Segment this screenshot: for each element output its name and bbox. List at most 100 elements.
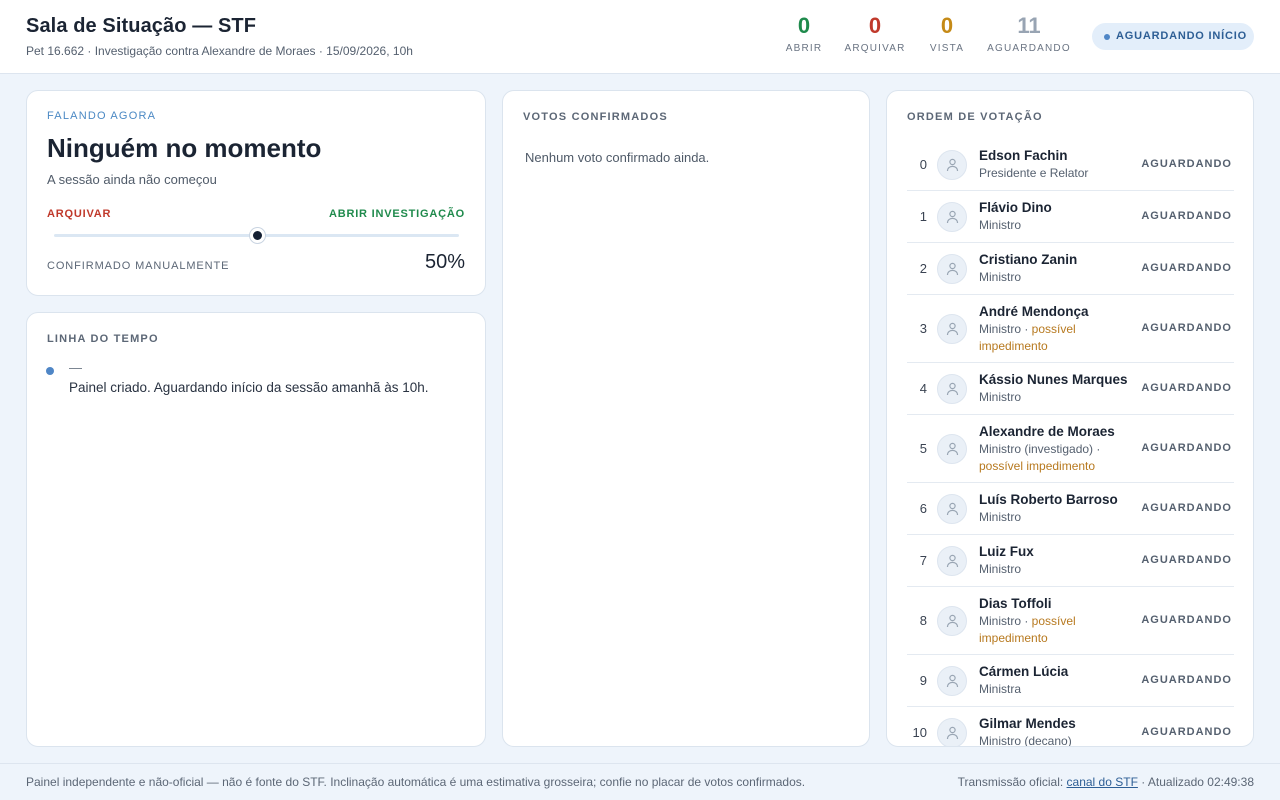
vote-status: AGUARDANDO — [1141, 262, 1232, 274]
minister-role: Presidente e Relator — [979, 165, 1139, 182]
vote-status: AGUARDANDO — [1141, 674, 1232, 686]
counter-arquivar: 0 ARQUIVAR — [843, 12, 907, 54]
header: Sala de Situação — STF Pet 16.662 · Inve… — [0, 0, 1280, 74]
lean-right-label: ABRIR INVESTIGAÇÃO — [328, 208, 465, 220]
minister-name: Edson Fachin — [979, 148, 1068, 163]
minister-role-text: Ministro · — [979, 614, 1032, 628]
user-icon — [946, 322, 959, 336]
avatar — [937, 606, 967, 636]
confirm-label: CONFIRMADO MANUALMENTE — [47, 260, 230, 272]
minister-role: Ministro — [979, 217, 1139, 234]
speaking-now-card: FALANDO AGORA Ninguém no momento A sessã… — [26, 90, 486, 296]
voting-order-row: 5 Alexandre de Moraes Ministro (investigad… — [907, 415, 1234, 483]
timeline-label: LINHA DO TEMPO — [47, 333, 159, 345]
minister-name: Kássio Nunes Marques — [979, 372, 1128, 387]
vote-status: AGUARDANDO — [1141, 322, 1232, 334]
lean-slider-knob — [249, 228, 265, 243]
footer-official: Transmissão oficial: canal do STF · Atua… — [958, 775, 1254, 789]
avatar — [937, 434, 967, 464]
voting-order-card[interactable]: ORDEM DE VOTAÇÃO 0 Edson Fachin Presidente… — [886, 90, 1254, 747]
speaking-now-label: FALANDO AGORA — [47, 110, 157, 122]
voting-order-row: 4 Kássio Nunes Marques Ministro AGUARDANDO — [907, 363, 1234, 415]
vote-status: AGUARDANDO — [1141, 614, 1232, 626]
minister-role: Ministro · possível impedimento — [979, 321, 1139, 355]
lean-slider-track — [54, 228, 459, 243]
timeline-entry-text: Painel criado. Aguardando início da sess… — [69, 380, 429, 395]
minister-role-text: Ministro — [979, 390, 1022, 404]
confirmed-votes-empty: Nenhum voto confirmado ainda. — [525, 150, 710, 165]
minister-role-text: Ministra — [979, 682, 1022, 696]
confirmed-votes-label: VOTOS CONFIRMADOS — [523, 111, 668, 123]
minister-role: Ministro — [979, 389, 1139, 406]
voting-order-row: 6 Luís Roberto Barroso Ministro AGUARDANDO — [907, 483, 1234, 535]
status-dot-icon — [1104, 34, 1110, 40]
timeline-dot-icon — [46, 367, 54, 375]
avatar — [937, 546, 967, 576]
vote-status: AGUARDANDO — [1141, 158, 1232, 170]
user-icon — [946, 502, 959, 516]
avatar — [937, 202, 967, 232]
vote-status: AGUARDANDO — [1141, 554, 1232, 566]
voting-order-row: 2 Cristiano Zanin Ministro AGUARDANDO — [907, 243, 1234, 295]
avatar — [937, 374, 967, 404]
voting-order-row: 0 Edson Fachin Presidente e Relator AGUARDA… — [907, 139, 1234, 191]
row-index: 4 — [919, 381, 927, 396]
avatar — [937, 666, 967, 696]
vote-counters: 0 ABRIR 0 ARQUIVAR 0 VISTA 11 AGUARDANDO — [0, 12, 1280, 62]
counter-vista: 0 VISTA — [922, 12, 972, 54]
minister-role: Ministro — [979, 269, 1139, 286]
minister-name: André Mendonça — [979, 304, 1089, 319]
user-icon — [946, 442, 959, 456]
counter-arquivar-value: 0 — [868, 13, 882, 38]
footer-disclaimer: Painel independente e não-oficial — não … — [26, 775, 806, 789]
vote-status: AGUARDANDO — [1141, 726, 1232, 738]
counter-arquivar-label: ARQUIVAR — [844, 43, 906, 54]
row-index: 3 — [919, 321, 927, 336]
minister-role-text: Ministro · — [979, 322, 1032, 336]
minister-name: Cármen Lúcia — [979, 664, 1069, 679]
counter-aguardando-label: AGUARDANDO — [987, 43, 1071, 54]
counter-abrir-value: 0 — [797, 13, 811, 38]
counter-abrir-label: ABRIR — [785, 43, 823, 54]
user-icon — [946, 614, 959, 628]
row-index: 6 — [919, 501, 927, 516]
avatar — [937, 314, 967, 344]
voting-order-row: 1 Flávio Dino Ministro AGUARDANDO — [907, 191, 1234, 243]
lean-percent: 50% — [424, 251, 465, 273]
counter-aguardando-value: 11 — [1017, 13, 1041, 38]
speaker-detail: A sessão ainda não começou — [47, 172, 217, 187]
counter-aguardando: 11 AGUARDANDO — [985, 12, 1073, 54]
voting-order-label: ORDEM DE VOTAÇÃO — [907, 111, 1043, 123]
counter-vista-value: 0 — [940, 13, 954, 38]
official-channel-link[interactable]: canal do STF — [1067, 775, 1138, 789]
minister-role-text: Ministro — [979, 270, 1022, 284]
minister-role-text: Ministro (investigado) · — [979, 442, 1101, 456]
voting-order-row: 8 Dias Toffoli Ministro · possível impedim… — [907, 587, 1234, 655]
minister-role: Ministro — [979, 509, 1139, 526]
row-index: 5 — [919, 441, 927, 456]
avatar — [937, 150, 967, 180]
minister-name: Gilmar Mendes — [979, 716, 1076, 731]
lean-left-label: ARQUIVAR — [47, 208, 112, 220]
user-icon — [946, 262, 959, 276]
minister-role-text: Presidente e Relator — [979, 166, 1089, 180]
impediment-warning: possível impedimento — [979, 459, 1096, 473]
vote-status: AGUARDANDO — [1141, 442, 1232, 454]
row-index: 8 — [919, 613, 927, 628]
row-index: 10 — [912, 725, 927, 740]
minister-role: Ministro — [979, 561, 1139, 578]
user-icon — [946, 554, 959, 568]
avatar — [937, 718, 967, 746]
minister-name: Luís Roberto Barroso — [979, 492, 1118, 507]
minister-name: Alexandre de Moraes — [979, 424, 1115, 439]
minister-role: Ministra — [979, 681, 1139, 698]
minister-name: Flávio Dino — [979, 200, 1052, 215]
user-icon — [946, 210, 959, 224]
counter-vista-label: VISTA — [929, 43, 965, 54]
session-status-text: AGUARDANDO INÍCIO — [1116, 30, 1247, 42]
timeline-card: LINHA DO TEMPO — Painel criado. Aguardan… — [26, 312, 486, 747]
footer-official-prefix: Transmissão oficial: — [957, 775, 1067, 789]
vote-status: AGUARDANDO — [1141, 210, 1232, 222]
minister-name: Dias Toffoli — [979, 596, 1052, 611]
minister-role: Ministro (decano) — [979, 733, 1139, 746]
